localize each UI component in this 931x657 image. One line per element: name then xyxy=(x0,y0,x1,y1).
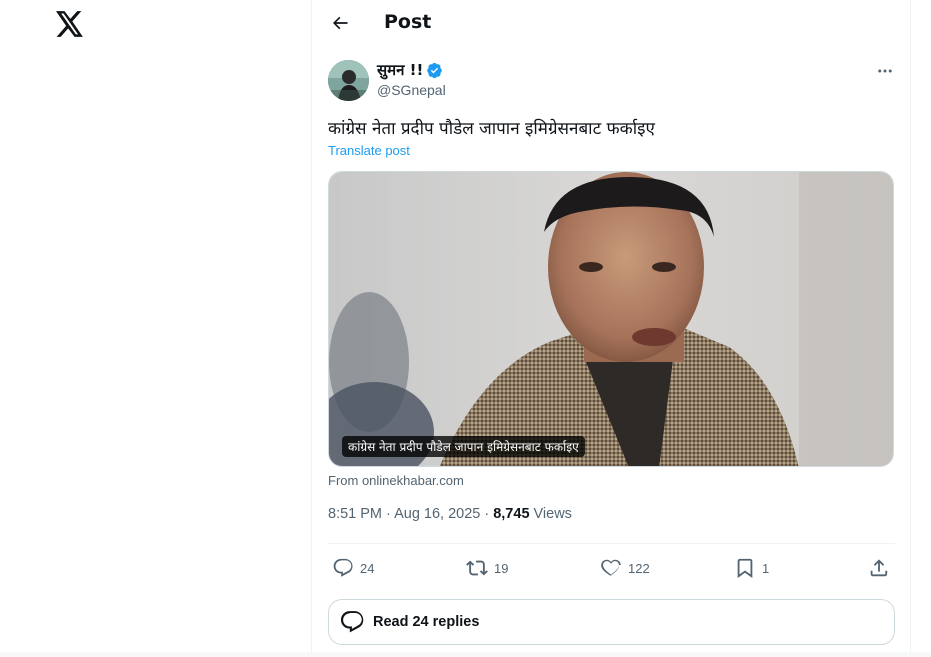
header-bar: Post xyxy=(312,0,911,46)
more-options-button[interactable] xyxy=(874,60,896,82)
avatar[interactable] xyxy=(328,60,369,101)
back-button[interactable] xyxy=(326,9,354,37)
card-source-link[interactable]: From onlinekhabar.com xyxy=(328,473,464,488)
left-sidebar xyxy=(0,0,311,657)
like-count: 122 xyxy=(628,560,650,576)
bookmark-count: 1 xyxy=(762,560,770,576)
bottom-edge xyxy=(0,652,931,657)
heart-icon xyxy=(601,559,621,576)
author-row[interactable]: सुमन !! xyxy=(377,60,443,80)
translate-post-link[interactable]: Translate post xyxy=(328,143,410,158)
views-label: Views xyxy=(533,506,572,522)
read-replies-button[interactable]: Read 24 replies xyxy=(328,599,895,645)
repost-icon xyxy=(466,560,488,576)
media-caption: कांग्रेस नेता प्रदीप पौडेल जापान इमिग्रे… xyxy=(342,436,585,457)
repost-count: 19 xyxy=(494,560,509,576)
reply-count: 24 xyxy=(360,560,375,576)
action-bar: 24 19 122 1 xyxy=(328,556,895,580)
divider xyxy=(328,543,895,544)
author-handle[interactable]: @SGnepal xyxy=(377,82,446,98)
page-title: Post xyxy=(384,11,432,33)
conversation-icon xyxy=(340,611,364,633)
views-count: 8,745 xyxy=(493,506,530,522)
author-name[interactable]: सुमन !! xyxy=(377,60,423,80)
share-icon xyxy=(870,559,888,577)
politician-photo xyxy=(329,172,893,466)
x-logo-icon[interactable] xyxy=(54,8,86,40)
reply-icon xyxy=(333,558,353,577)
reply-button[interactable]: 24 xyxy=(332,556,374,580)
arrow-left-icon xyxy=(333,16,348,30)
post-column: Post सुमन !! @SGnepal कांग्रेस नेता प्रद… xyxy=(311,0,911,657)
repost-button[interactable]: 19 xyxy=(466,556,508,580)
share-button[interactable] xyxy=(868,556,890,580)
verified-badge-icon xyxy=(426,62,443,79)
bookmark-button[interactable]: 1 xyxy=(734,556,769,580)
bookmark-icon xyxy=(737,558,753,578)
post-metadata: 8:51 PM · Aug 16, 2025 · 8,745 Views xyxy=(328,506,572,522)
more-icon xyxy=(878,69,892,73)
link-card-image[interactable]: कांग्रेस नेता प्रदीप पौडेल जापान इमिग्रे… xyxy=(328,171,894,467)
read-replies-label: Read 24 replies xyxy=(373,614,480,630)
like-button[interactable]: 122 xyxy=(600,556,650,580)
tweet-text: कांग्रेस नेता प्रदीप पौडेल जापान इमिग्रे… xyxy=(328,119,655,139)
post-timestamp[interactable]: 8:51 PM · Aug 16, 2025 · xyxy=(328,506,489,522)
